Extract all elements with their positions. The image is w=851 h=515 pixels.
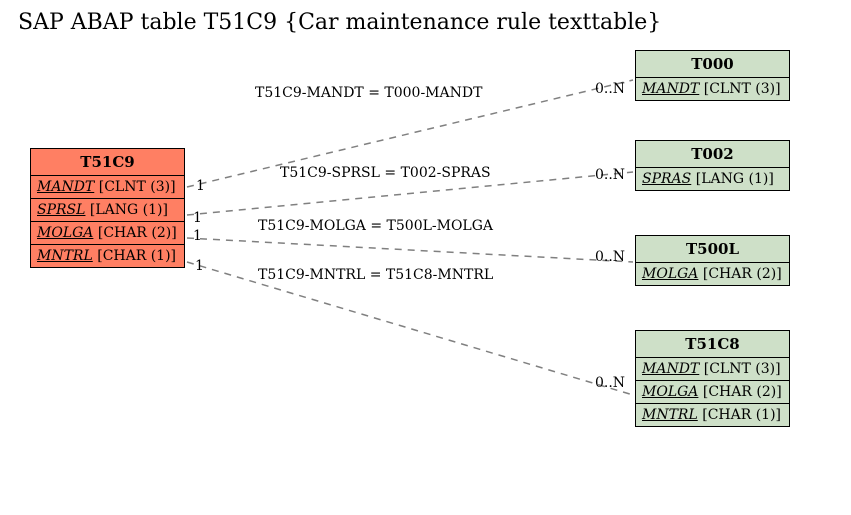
entity-field: MOLGA [CHAR (2)]	[636, 381, 789, 404]
entity-field: MNTRL [CHAR (1)]	[31, 245, 184, 267]
entity-field: SPRSL [LANG (1)]	[31, 199, 184, 222]
entity-header: T002	[636, 141, 789, 168]
entity-field: MANDT [CLNT (3)]	[636, 78, 789, 100]
entity-header: T51C8	[636, 331, 789, 358]
entity-field: MOLGA [CHAR (2)]	[636, 263, 789, 285]
cardinality-right: 0..N	[595, 81, 625, 97]
cardinality-left: 1	[193, 210, 202, 226]
page-title: SAP ABAP table T51C9 {Car maintenance ru…	[18, 10, 661, 35]
relation-label: T51C9-SPRSL = T002-SPRAS	[280, 165, 491, 181]
entity-field: MOLGA [CHAR (2)]	[31, 222, 184, 245]
entity-t51c9: T51C9 MANDT [CLNT (3)] SPRSL [LANG (1)] …	[30, 148, 185, 268]
relation-label: T51C9-MOLGA = T500L-MOLGA	[258, 218, 493, 234]
relation-label: T51C9-MNTRL = T51C8-MNTRL	[258, 267, 493, 283]
entity-t000: T000 MANDT [CLNT (3)]	[635, 50, 790, 101]
entity-field: MANDT [CLNT (3)]	[31, 176, 184, 199]
entity-field: MANDT [CLNT (3)]	[636, 358, 789, 381]
entity-field: SPRAS [LANG (1)]	[636, 168, 789, 190]
entity-field: MNTRL [CHAR (1)]	[636, 404, 789, 426]
cardinality-left: 1	[196, 178, 205, 194]
cardinality-left: 1	[195, 258, 204, 274]
entity-header: T500L	[636, 236, 789, 263]
entity-header: T51C9	[31, 149, 184, 176]
cardinality-left: 1	[193, 228, 202, 244]
entity-header: T000	[636, 51, 789, 78]
entity-t500l: T500L MOLGA [CHAR (2)]	[635, 235, 790, 286]
cardinality-right: 0..N	[595, 249, 625, 265]
cardinality-right: 0..N	[595, 375, 625, 391]
relation-label: T51C9-MANDT = T000-MANDT	[255, 85, 482, 101]
entity-t002: T002 SPRAS [LANG (1)]	[635, 140, 790, 191]
cardinality-right: 0..N	[595, 167, 625, 183]
entity-t51c8: T51C8 MANDT [CLNT (3)] MOLGA [CHAR (2)] …	[635, 330, 790, 427]
